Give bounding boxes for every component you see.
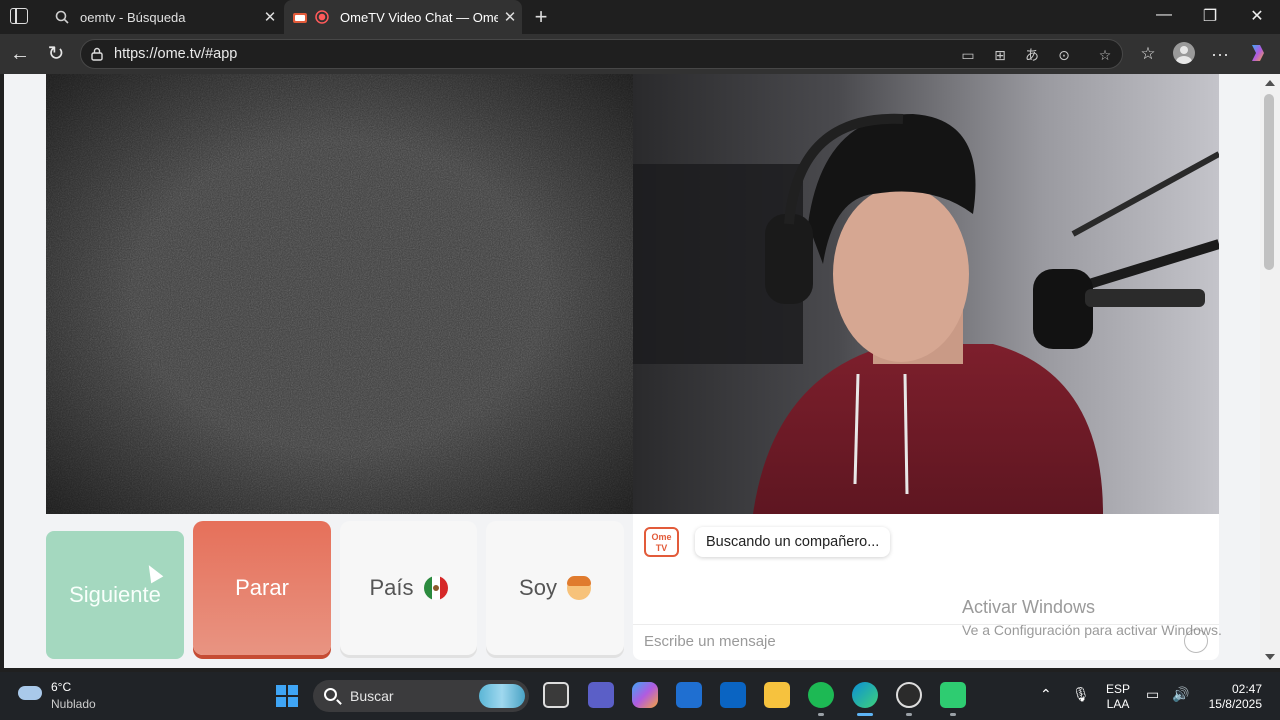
clock-date: 15/8/2025 xyxy=(1208,697,1262,711)
store-icon[interactable] xyxy=(676,682,702,708)
stop-button[interactable]: Parar xyxy=(193,521,331,655)
new-tab-icon[interactable]: + xyxy=(530,4,552,30)
language-line2: LAA xyxy=(1106,697,1130,711)
start-tile xyxy=(288,685,298,695)
system-clock[interactable]: 02:47 15/8/2025 xyxy=(1200,682,1262,712)
watermark-subtitle: Ve a Configuración para activar Windows. xyxy=(962,622,1222,638)
scroll-thumb[interactable] xyxy=(1264,94,1274,270)
chat-panel: Ome TV Buscando un compañero... xyxy=(633,514,1219,660)
obs-icon[interactable] xyxy=(896,682,922,708)
sidebar-toggle-icon[interactable] xyxy=(10,8,28,24)
windows-taskbar: 6°C Nublado Buscar ⌃ 🎙 ESP LAA ▭ 🔊 02:47… xyxy=(0,672,1280,720)
favorites-icon[interactable]: ☆ xyxy=(1136,42,1160,66)
next-button-label: Siguiente xyxy=(69,582,161,607)
watermark-title: Activar Windows xyxy=(962,597,1096,617)
weather-condition: Nublado xyxy=(51,697,96,711)
tab-ometv[interactable]: OmeTV Video Chat — Omeg ✕ xyxy=(284,0,522,34)
scroll-down-icon[interactable] xyxy=(1265,654,1275,660)
status-message: Buscando un compañero... xyxy=(695,527,891,557)
stop-button-label: Parar xyxy=(235,575,289,600)
start-tile xyxy=(288,697,298,707)
mexico-flag-icon xyxy=(423,576,448,600)
taskbar-search[interactable]: Buscar xyxy=(313,680,529,712)
active-indicator xyxy=(857,713,873,716)
page-scrollbar[interactable] xyxy=(1260,74,1280,668)
url-text: https://ome.tv/#app xyxy=(114,46,238,62)
running-indicator xyxy=(906,713,912,716)
start-tile xyxy=(276,685,286,695)
copilot-app-icon[interactable] xyxy=(632,682,658,708)
back-icon[interactable]: ← xyxy=(8,42,32,66)
recording-icon xyxy=(314,9,330,25)
scroll-up-icon[interactable] xyxy=(1265,80,1275,86)
ometv-logo-icon: Ome TV xyxy=(644,527,679,557)
profile-avatar-icon[interactable] xyxy=(1173,42,1195,64)
search-icon xyxy=(324,688,337,701)
chevron-up-icon[interactable]: ⌃ xyxy=(1040,686,1052,703)
copilot-icon[interactable] xyxy=(1246,42,1270,66)
clock-time: 02:47 xyxy=(1231,682,1262,696)
country-button-label: País xyxy=(369,575,414,600)
task-view-icon[interactable] xyxy=(543,682,569,708)
logo-text: Ome TV xyxy=(651,532,672,553)
apps-icon[interactable]: ⊞ xyxy=(990,45,1010,65)
partner-video xyxy=(46,74,633,514)
cloud-icon xyxy=(18,686,42,700)
edge-icon[interactable] xyxy=(852,682,878,708)
weather-temp: 6°C xyxy=(51,680,72,694)
refresh-icon[interactable]: ↻ xyxy=(44,42,68,66)
boy-emoji-icon xyxy=(566,576,591,600)
running-indicator xyxy=(950,713,956,716)
search-label: Buscar xyxy=(350,688,394,704)
activation-watermark: Activar Windows Ve a Configuración para … xyxy=(962,597,1222,638)
close-window-icon[interactable]: ✕ xyxy=(1247,6,1267,26)
running-indicator xyxy=(818,713,824,716)
tab-close-icon[interactable]: ✕ xyxy=(498,8,522,26)
language-line1: ESP xyxy=(1106,682,1131,696)
file-explorer-icon[interactable] xyxy=(764,682,790,708)
site-info-icon[interactable] xyxy=(90,47,104,61)
tab-close-icon[interactable]: ✕ xyxy=(258,8,282,26)
menu-dots-icon[interactable]: ··· xyxy=(1208,42,1232,66)
search-highlight-icon xyxy=(479,684,525,708)
camera-icon[interactable]: ▭ xyxy=(958,45,978,65)
translate-icon[interactable]: あ xyxy=(1022,45,1042,65)
restore-icon[interactable]: ❐ xyxy=(1200,6,1220,26)
start-tile xyxy=(276,697,286,707)
gender-button[interactable]: Soy xyxy=(486,521,624,655)
address-bar[interactable]: https://ome.tv/#app ▭ ⊞ あ ⊙ ☆ xyxy=(80,39,1123,69)
chat-app-icon[interactable] xyxy=(940,682,966,708)
browser-toolbar: ← ↻ https://ome.tv/#app ▭ ⊞ あ ⊙ ☆ ☆ ··· xyxy=(0,34,1280,74)
country-button[interactable]: País xyxy=(340,521,477,655)
spotify-icon[interactable] xyxy=(808,682,834,708)
network-icon[interactable]: ▭ xyxy=(1146,686,1159,703)
static-noise xyxy=(46,74,633,514)
teams-icon[interactable] xyxy=(588,682,614,708)
next-button[interactable]: Siguiente xyxy=(46,531,184,659)
favorite-star-icon[interactable]: ☆ xyxy=(1095,45,1115,65)
browser-tab-strip: oemtv - Búsqueda ✕ OmeTV Video Chat — Om… xyxy=(0,0,1280,34)
outlook-icon[interactable] xyxy=(720,682,746,708)
tab-search[interactable]: oemtv - Búsqueda ✕ xyxy=(46,0,282,34)
webcam-scene xyxy=(633,74,1219,514)
ometv-favicon-icon xyxy=(292,9,308,25)
microphone-icon[interactable]: 🎙 xyxy=(1072,686,1090,703)
language-indicator[interactable]: ESP LAA xyxy=(1106,682,1130,712)
gender-button-label: Soy xyxy=(519,575,557,600)
minimize-icon[interactable]: — xyxy=(1154,6,1174,24)
tab-title: oemtv - Búsqueda xyxy=(80,9,186,25)
more-tools-icon[interactable]: ⊙ xyxy=(1054,45,1074,65)
start-button[interactable] xyxy=(276,685,298,707)
self-webcam-video xyxy=(633,74,1219,514)
search-favicon-icon xyxy=(54,9,70,25)
volume-icon[interactable]: 🔊 xyxy=(1172,686,1189,703)
tab-title: OmeTV Video Chat — Omeg xyxy=(340,9,498,25)
